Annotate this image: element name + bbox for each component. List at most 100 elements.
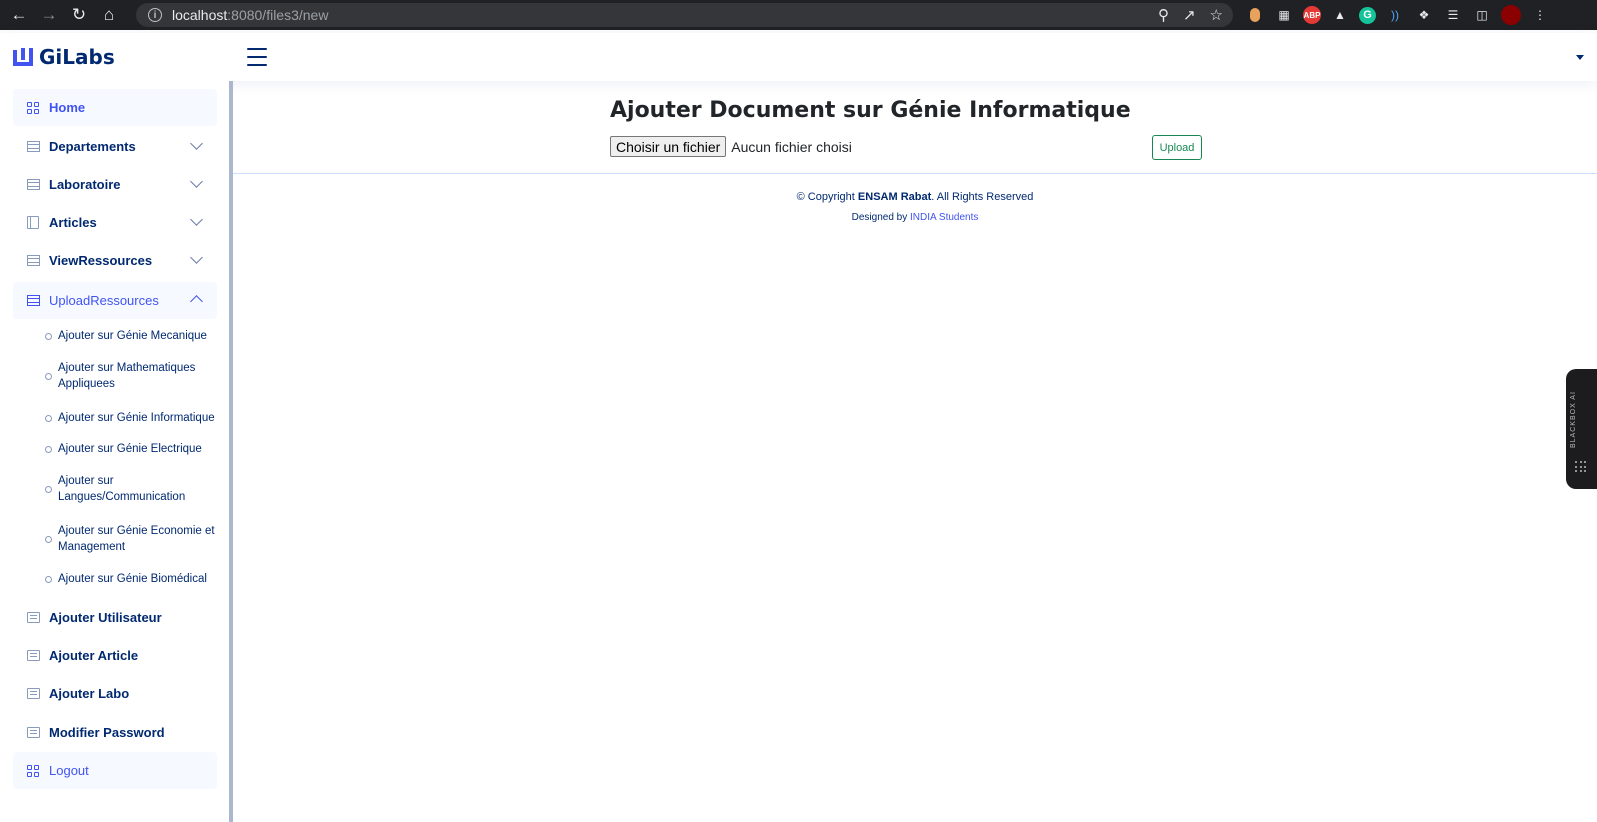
grammarly-icon[interactable]: G	[1359, 6, 1376, 24]
sidebar: Home Departements Laboratoire Articles V…	[0, 81, 233, 822]
bookmark-star-icon[interactable]: ☆	[1210, 6, 1223, 24]
footer-divider	[233, 173, 1597, 174]
sidebar-item-laboratoire[interactable]: Laboratoire	[13, 166, 217, 203]
org-name: ENSAM Rabat	[857, 191, 932, 203]
chevron-down-icon	[190, 175, 203, 188]
circle-icon	[45, 575, 52, 583]
puzzle-icon[interactable]: ❖	[1414, 5, 1434, 25]
browser-toolbar: ← → ↻ ⌂ i localhost:8080/files3/new ⚲ ↗ …	[0, 0, 1597, 30]
sidebar-item-logout[interactable]: Logout	[13, 752, 217, 789]
home-icon[interactable]: ⌂	[94, 0, 124, 30]
profile-dropdown-icon[interactable]	[1576, 55, 1584, 60]
sidebar-item-uploadressources[interactable]: UploadRessources	[13, 282, 217, 319]
sidebar-item-label: Articles	[49, 215, 97, 230]
blackbox-ai-widget[interactable]: BLACKBOX AI	[1566, 369, 1597, 489]
list-icon	[26, 688, 40, 699]
sub-item-genie-mecanique[interactable]: Ajouter sur Génie Mecanique	[45, 328, 215, 344]
app-header: GiLabs	[0, 33, 1597, 81]
sub-item-label: Ajouter sur Génie Electrique	[58, 443, 202, 455]
circle-icon	[45, 535, 52, 543]
list-icon	[26, 727, 40, 738]
circle-icon	[45, 414, 52, 422]
brand-logo[interactable]: GiLabs	[13, 45, 115, 69]
extension-pill-icon[interactable]	[1245, 5, 1265, 25]
sidebar-item-ajouter-article[interactable]: Ajouter Article	[13, 637, 217, 674]
circle-icon	[45, 485, 52, 493]
sidebar-item-label: ViewRessources	[49, 253, 153, 268]
sidebar-item-label: Ajouter Labo	[49, 686, 130, 701]
logo-icon	[13, 48, 33, 66]
choose-file-button[interactable]: Choisir un fichier	[610, 136, 727, 157]
menu-toggle-icon[interactable]	[247, 48, 267, 66]
copyright: © Copyright ENSAM Rabat. All Rights Rese…	[796, 191, 1034, 203]
menu-dots-icon[interactable]: ⋮	[1530, 5, 1550, 25]
sub-item-label: Ajouter sur Génie Informatique	[58, 412, 215, 424]
sub-item-genie-electrique[interactable]: Ajouter sur Génie Electrique	[45, 441, 215, 457]
table-icon	[26, 295, 40, 306]
sidebar-item-label: Home	[49, 100, 86, 115]
wifi-extension-icon[interactable]: ))	[1385, 5, 1405, 25]
file-input[interactable]: Choisir un fichier Aucun fichier choisi	[610, 136, 852, 157]
hat-extension-icon[interactable]: ▲	[1330, 5, 1350, 25]
list-icon	[26, 650, 40, 661]
chevron-down-icon	[190, 137, 203, 150]
sub-item-label: Ajouter sur Génie Economie et Management	[58, 525, 215, 553]
widget-label: BLACKBOX AI	[1570, 391, 1577, 449]
profile-avatar[interactable]	[1501, 5, 1521, 25]
apps-grid-icon[interactable]: ▦	[1274, 5, 1294, 25]
sidebar-item-label: Logout	[49, 763, 89, 778]
circle-icon	[45, 332, 52, 340]
sidebar-item-label: Modifier Password	[49, 725, 165, 740]
chevron-up-icon	[190, 295, 203, 308]
sidebar-item-ajouter-utilisateur[interactable]: Ajouter Utilisateur	[13, 599, 217, 636]
url-text[interactable]: localhost:8080/files3/new	[172, 7, 328, 23]
sidebar-item-ajouter-labo[interactable]: Ajouter Labo	[13, 675, 217, 712]
sidebar-item-label: Ajouter Utilisateur	[49, 610, 162, 625]
sub-item-label: Ajouter sur Génie Mecanique	[58, 330, 207, 342]
file-status-text: Aucun fichier choisi	[731, 138, 852, 155]
reload-icon[interactable]: ↻	[64, 0, 94, 30]
chevron-down-icon	[190, 213, 203, 226]
sub-item-genie-informatique[interactable]: Ajouter sur Génie Informatique	[45, 410, 215, 426]
grid-icon	[27, 764, 39, 777]
site-info-icon[interactable]: i	[148, 8, 162, 22]
main-content: Ajouter Document sur Génie Informatique …	[233, 81, 1597, 822]
back-icon[interactable]: ←	[4, 0, 34, 30]
chevron-down-icon	[190, 251, 203, 264]
brand-name: GiLabs	[39, 45, 115, 69]
credits: Designed by INDIA Students	[851, 212, 979, 223]
sub-item-mathematiques[interactable]: Ajouter sur Mathematiques Appliquees	[45, 360, 215, 392]
forward-icon[interactable]: →	[34, 0, 64, 30]
sub-item-label: Ajouter sur Mathematiques Appliquees	[58, 362, 196, 390]
media-list-icon[interactable]: ☰	[1443, 5, 1463, 25]
sidebar-item-label: Departements	[49, 139, 136, 154]
upload-button[interactable]: Upload	[1152, 135, 1202, 160]
list-icon	[26, 612, 40, 623]
page-title: Ajouter Document sur Génie Informatique	[610, 98, 1131, 123]
table-icon	[26, 255, 40, 266]
dots-icon	[1575, 461, 1587, 473]
sidebar-item-label: Laboratoire	[49, 177, 121, 192]
sidebar-toggle-icon[interactable]: ◫	[1472, 5, 1492, 25]
sub-item-economie[interactable]: Ajouter sur Génie Economie et Management	[45, 523, 215, 555]
sub-item-biomedical[interactable]: Ajouter sur Génie Biomédical	[45, 571, 215, 587]
sidebar-item-viewressources[interactable]: ViewRessources	[13, 242, 217, 279]
share-icon[interactable]: ↗	[1183, 6, 1196, 24]
sub-item-label: Ajouter sur Génie Biomédical	[58, 573, 207, 585]
sidebar-item-label: Ajouter Article	[49, 648, 139, 663]
sidebar-item-departements[interactable]: Departements	[13, 128, 217, 165]
credits-link[interactable]: INDIA Students	[910, 212, 978, 223]
circle-icon	[45, 372, 52, 380]
sidebar-item-articles[interactable]: Articles	[13, 204, 217, 241]
zoom-icon[interactable]: ⚲	[1158, 6, 1169, 24]
grid-icon	[27, 101, 39, 114]
sidebar-item-label: UploadRessources	[49, 293, 159, 308]
sub-item-langues[interactable]: Ajouter sur Langues/Communication	[45, 473, 215, 505]
sub-item-label: Ajouter sur Langues/Communication	[58, 475, 186, 503]
sidebar-item-home[interactable]: Home	[13, 89, 217, 126]
table-icon	[26, 179, 40, 190]
sidebar-item-modifier-password[interactable]: Modifier Password	[13, 714, 217, 751]
address-bar[interactable]: i localhost:8080/files3/new ⚲ ↗ ☆	[136, 3, 1233, 27]
adblock-icon[interactable]: ABP	[1303, 6, 1321, 24]
journal-icon	[27, 216, 39, 229]
